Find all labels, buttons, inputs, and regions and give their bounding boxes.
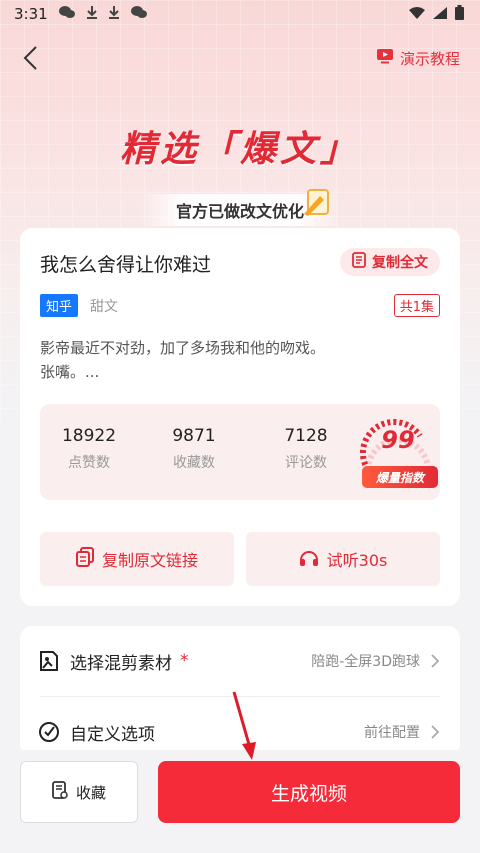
stat-likes: 18922 点赞数 — [44, 426, 134, 472]
image-edit-icon — [38, 650, 60, 672]
option-label: 自定义选项 — [70, 724, 155, 745]
top-nav: 演示教程 — [0, 38, 480, 78]
stat-value: 18922 — [61, 426, 117, 446]
monitor-play-icon — [376, 48, 394, 68]
settings-check-icon — [38, 721, 60, 743]
hero-subtitle-pill: 官方已做改文优化 — [139, 189, 340, 226]
genre-tag: 甜文 — [90, 298, 119, 315]
chevron-right-icon — [430, 653, 440, 669]
copy-all-label: 复制全文 — [372, 255, 428, 271]
option-label: 选择混剪素材 — [70, 653, 172, 674]
stat-favorites: 9871 收藏数 — [149, 426, 239, 472]
generate-video-button[interactable]: 生成视频 — [158, 761, 460, 823]
article-card: 我怎么舍得让你难过 复制全文 知乎 甜文 共1集 影帝最近不对劲，加了多场我和他… — [20, 228, 460, 606]
chevron-right-icon — [430, 724, 440, 740]
stat-value: 7128 — [284, 426, 328, 446]
listen-button[interactable]: 试听30s — [246, 532, 440, 586]
summary-line: 影帝最近不对劲，加了多场我和他的吻戏。 — [40, 339, 326, 357]
favorite-label: 收藏 — [75, 783, 106, 802]
wifi-icon — [409, 5, 425, 23]
copy-icon — [75, 547, 94, 571]
wechat-icon — [130, 5, 148, 23]
article-title: 我怎么舍得让你难过 — [40, 254, 212, 276]
options-card: 选择混剪素材 * 陪跑-全屏3D跑球 自定义选项 前往配置 — [20, 626, 460, 756]
wechat-icon — [58, 5, 76, 23]
status-left: 3:31 — [14, 5, 148, 23]
download-icon — [86, 5, 98, 23]
stat-label: 收藏数 — [173, 455, 215, 471]
article-tags: 知乎 甜文 — [40, 294, 118, 317]
source-tag: 知乎 — [40, 294, 79, 317]
signal-icon — [433, 5, 447, 23]
battery-icon — [455, 4, 464, 24]
hero-subtitle: 官方已做改文优化 — [175, 202, 304, 221]
copy-link-button[interactable]: 复制原文链接 — [40, 532, 234, 586]
pencil-icon — [300, 186, 334, 220]
stat-label: 评论数 — [285, 455, 327, 471]
copy-link-label: 复制原文链接 — [101, 551, 198, 570]
stats-panel: 18922 点赞数 9871 收藏数 7128 评论数 99 爆量指数 — [40, 404, 440, 500]
article-summary: 影帝最近不对劲，加了多场我和他的吻戏。 张嘴。... — [40, 336, 440, 384]
tutorial-link[interactable]: 演示教程 — [376, 48, 460, 69]
score-label: 爆量指数 — [362, 466, 438, 488]
copy-all-button[interactable]: 复制全文 — [340, 248, 440, 276]
stat-comments: 7128 评论数 — [261, 426, 351, 472]
status-right — [409, 4, 464, 24]
score-value: 99 — [381, 426, 415, 454]
hero-title: 精选「爆文」 — [119, 129, 360, 170]
document-icon — [352, 252, 366, 272]
favorite-button[interactable]: 收藏 — [20, 761, 138, 823]
option-value: 陪跑-全屏3D跑球 — [311, 654, 420, 670]
episode-badge: 共1集 — [393, 294, 440, 317]
bookmark-icon — [52, 781, 68, 803]
required-mark: * — [180, 651, 189, 671]
download-icon — [108, 5, 120, 23]
listen-label: 试听30s — [326, 551, 388, 570]
status-bar: 3:31 — [0, 0, 480, 28]
back-arrow-icon[interactable] — [22, 45, 48, 71]
status-time: 3:31 — [14, 5, 48, 23]
option-material[interactable]: 选择混剪素材 * 陪跑-全屏3D跑球 — [20, 626, 460, 696]
headphones-icon — [299, 548, 319, 570]
option-value: 前往配置 — [364, 725, 420, 741]
stat-label: 点赞数 — [68, 455, 110, 471]
summary-line: 张嘴。... — [40, 363, 100, 381]
stat-value: 9871 — [172, 426, 216, 446]
hero-subtitle-wrap: 官方已做改文优化 — [0, 189, 480, 226]
tutorial-label: 演示教程 — [399, 49, 460, 68]
option-custom[interactable]: 自定义选项 前往配置 — [20, 697, 460, 756]
generate-video-label: 生成视频 — [270, 782, 347, 805]
